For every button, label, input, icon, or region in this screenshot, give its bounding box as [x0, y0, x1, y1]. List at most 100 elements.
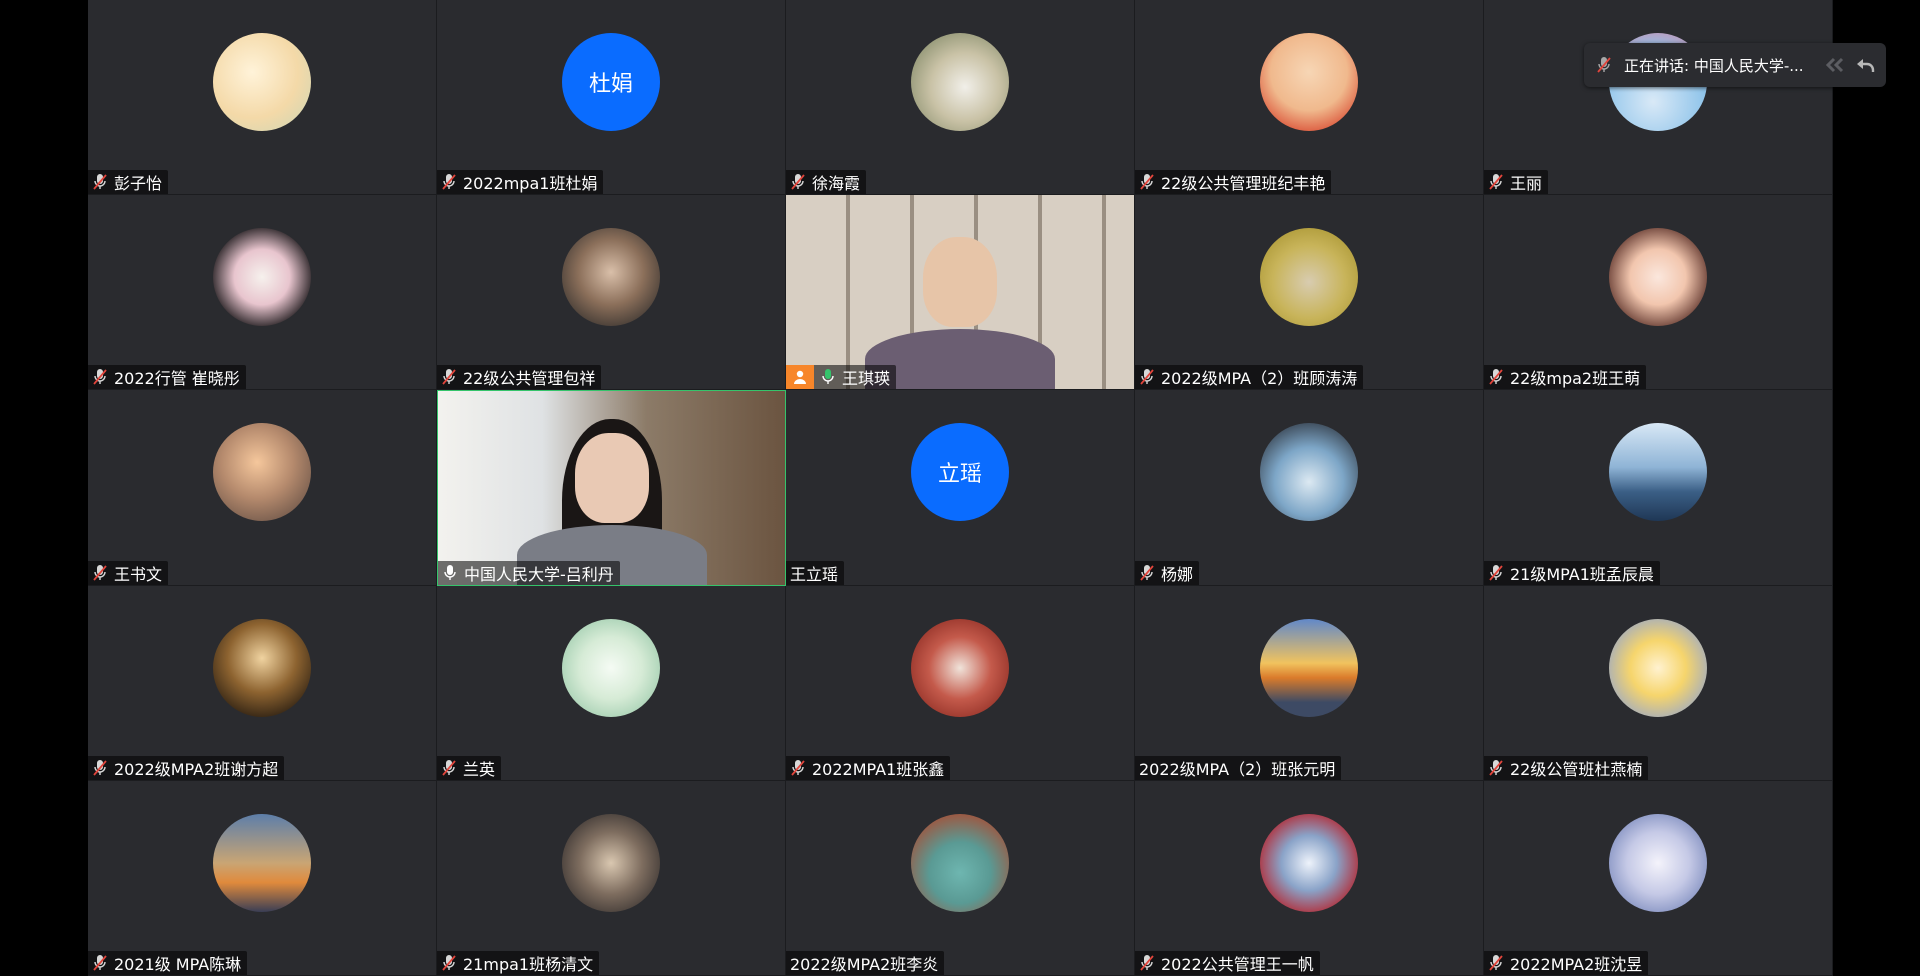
- participant-name: 杨娜: [1161, 564, 1194, 584]
- avatar: [1260, 423, 1358, 522]
- participant-grid: 彭子怡 杜娟 2022mpa1班杜娟 徐海霞 22级公共管理班纪丰艳 王丽 2022行管 崔…: [88, 0, 1833, 976]
- avatar: [1609, 423, 1707, 522]
- participant-name: 22级mpa2班王萌: [1510, 369, 1641, 389]
- participant-namebar: 2022级MPA（2）班张元明: [1135, 755, 1342, 780]
- participant-tile[interactable]: 兰英: [437, 585, 786, 781]
- participant-namebar: 2022mpa1班杜娟: [437, 170, 604, 195]
- participant-tile[interactable]: 2022MPA1班张鑫: [786, 585, 1135, 781]
- participant-tile[interactable]: 徐海霞: [786, 0, 1135, 196]
- participant-tile[interactable]: 彭子怡: [88, 0, 437, 196]
- avatar: [1260, 813, 1358, 912]
- participant-namebar: 2021级 MPA陈琳: [88, 950, 248, 975]
- participant-name: 2022级MPA（2）班张元明: [1139, 759, 1336, 779]
- host-badge: [786, 365, 814, 390]
- participant-tile[interactable]: 王书文: [88, 390, 437, 586]
- mic-muted-icon: [1140, 369, 1154, 385]
- participant-tile[interactable]: 王丽: [1484, 0, 1833, 196]
- participant-tile[interactable]: 2021级 MPA陈琳: [88, 780, 437, 976]
- participant-tile[interactable]: 22级公管班杜燕楠: [1484, 585, 1833, 781]
- participant-tile[interactable]: 2022行管 崔晓彤: [88, 195, 437, 391]
- participant-namebar: 王丽: [1484, 170, 1549, 195]
- participant-name: 2022行管 崔晓彤: [114, 369, 240, 389]
- participant-name: 21mpa1班杨清文: [463, 954, 594, 974]
- participant-namebar: 王书文: [88, 560, 169, 585]
- avatar: [1609, 618, 1707, 717]
- participant-name: 2022级MPA2班谢方超: [114, 759, 279, 779]
- participant-name: 2022级MPA（2）班顾涛涛: [1161, 369, 1358, 389]
- participant-namebar: 22级公管班杜燕楠: [1484, 755, 1649, 780]
- avatar-initials: 杜娟: [562, 33, 660, 131]
- participant-tile[interactable]: 21级MPA1班孟辰晨: [1484, 390, 1833, 586]
- avatar: [1260, 618, 1358, 717]
- avatar: [213, 618, 311, 717]
- avatar: [213, 228, 311, 327]
- participant-tile[interactable]: 22级mpa2班王萌: [1484, 195, 1833, 391]
- participant-video: [438, 391, 785, 585]
- participant-tile[interactable]: 2022级MPA2班谢方超: [88, 585, 437, 781]
- mic-icon: [822, 369, 834, 385]
- participant-tile[interactable]: 立瑶 王立瑶: [786, 390, 1135, 586]
- participant-namebar: 22级公共管理包祥: [437, 365, 602, 390]
- participant-tile[interactable]: 2022级MPA2班李炎: [786, 780, 1135, 976]
- participant-name: 王书文: [114, 564, 163, 584]
- mic-muted-icon: [1140, 564, 1154, 581]
- participant-name: 2021级 MPA陈琳: [114, 954, 242, 974]
- participant-namebar: 22级mpa2班王萌: [1484, 365, 1647, 390]
- mic-muted-icon: [442, 759, 456, 776]
- mic-muted-icon: [1140, 954, 1154, 971]
- mic-muted-icon: [1489, 759, 1503, 776]
- participant-tile[interactable]: 杨娜: [1135, 390, 1484, 586]
- speaking-indicator[interactable]: 正在讲话: 中国人民大学-...: [1584, 43, 1886, 87]
- participant-tile[interactable]: 2022级MPA（2）班顾涛涛: [1135, 195, 1484, 391]
- participant-namebar: 2022级MPA2班谢方超: [88, 755, 285, 780]
- mic-muted-icon: [442, 954, 456, 971]
- avatar: [1260, 228, 1358, 327]
- participant-tile[interactable]: 22级公共管理包祥: [437, 195, 786, 391]
- participant-namebar: 彭子怡: [88, 170, 169, 195]
- speaking-label: 正在讲话: 中国人民大学-...: [1624, 56, 1804, 75]
- participant-name: 2022级MPA2班李炎: [790, 954, 939, 974]
- mic-muted-icon: [791, 174, 805, 190]
- participant-namebar: 22级公共管理班纪丰艳: [1135, 170, 1332, 195]
- participant-name: 21级MPA1班孟辰晨: [1510, 564, 1654, 584]
- participant-name: 2022公共管理王一帆: [1161, 954, 1314, 974]
- user-icon: [794, 371, 806, 385]
- return-button[interactable]: [1850, 50, 1880, 80]
- participant-namebar: 王琪瑛: [786, 365, 897, 390]
- participant-tile[interactable]: 21mpa1班杨清文: [437, 780, 786, 976]
- participant-tile[interactable]: 2022公共管理王一帆: [1135, 780, 1484, 976]
- participant-name: 徐海霞: [812, 174, 861, 194]
- chevrons-left-icon: [1825, 57, 1844, 73]
- mic-muted-icon: [93, 954, 107, 971]
- participant-tile[interactable]: 2022级MPA（2）班张元明: [1135, 585, 1484, 781]
- collapse-button[interactable]: [1820, 50, 1850, 80]
- participant-namebar: 2022级MPA（2）班顾涛涛: [1135, 365, 1364, 390]
- avatar: [911, 618, 1009, 717]
- participant-namebar: 徐海霞: [786, 170, 867, 195]
- participant-tile[interactable]: 22级公共管理班纪丰艳: [1135, 0, 1484, 196]
- mic-muted-icon: [1489, 564, 1503, 581]
- participant-tile[interactable]: 2022MPA2班沈昱: [1484, 780, 1833, 976]
- participant-namebar: 2022级MPA2班李炎: [786, 950, 945, 975]
- participant-name: 2022mpa1班杜娟: [463, 174, 598, 194]
- participant-name: 2022MPA1班张鑫: [812, 759, 945, 779]
- avatar: [213, 423, 311, 522]
- participant-namebar: 中国人民大学-吕利丹: [438, 560, 620, 585]
- participant-namebar: 杨娜: [1135, 560, 1200, 585]
- mic-muted-icon: [791, 759, 805, 776]
- participant-tile[interactable]: 杜娟 2022mpa1班杜娟: [437, 0, 786, 196]
- participant-tile[interactable]: 中国人民大学-吕利丹: [437, 390, 786, 586]
- mic-muted-icon: [1489, 369, 1503, 385]
- mic-muted-icon: [93, 369, 107, 385]
- participant-name: 22级公共管理包祥: [463, 369, 596, 389]
- participant-namebar: 兰英: [437, 755, 502, 780]
- participant-video: [786, 195, 1134, 390]
- mic-muted-icon: [1140, 174, 1154, 190]
- participant-name: 兰英: [463, 759, 496, 779]
- avatar: [562, 618, 660, 717]
- mic-muted-icon: [93, 174, 107, 190]
- participant-tile[interactable]: 王琪瑛: [786, 195, 1135, 391]
- avatar: [911, 813, 1009, 912]
- mic-muted-icon: [1489, 174, 1503, 190]
- participant-name: 王琪瑛: [842, 369, 891, 389]
